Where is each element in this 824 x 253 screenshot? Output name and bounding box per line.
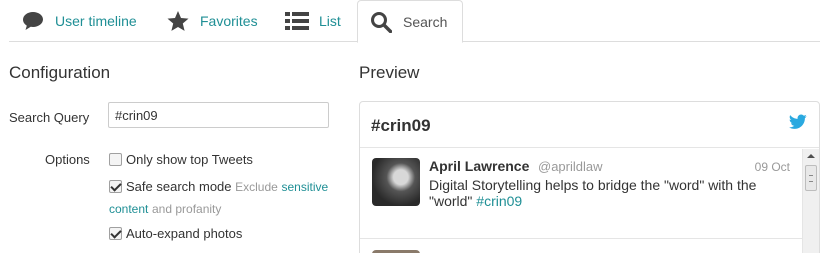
tweet[interactable]: April Lawrence @aprildlaw 09 Oct Digital… — [360, 149, 802, 239]
option-top-tweets[interactable]: Only show top Tweets — [109, 149, 339, 170]
tab-favorites[interactable]: Favorites — [166, 0, 258, 42]
tab-user-timeline[interactable]: User timeline — [21, 0, 137, 42]
hashtag-link[interactable]: #crin09 — [476, 193, 522, 209]
tab-search[interactable]: Search — [357, 0, 463, 43]
search-query-label: Search Query — [9, 110, 90, 125]
star-icon — [166, 9, 190, 33]
configuration-heading: Configuration — [9, 63, 111, 82]
option-label: Only show top Tweets — [126, 152, 253, 167]
widget-header: #crin09 — [360, 102, 819, 148]
option-safe-search[interactable]: Safe search mode Exclude sensitive conte… — [109, 176, 339, 220]
search-query-input[interactable] — [108, 102, 329, 128]
list-icon — [285, 9, 309, 33]
option-label: Auto-expand photos — [126, 226, 243, 241]
tab-label: User timeline — [55, 13, 137, 29]
scrollbar-thumb[interactable] — [805, 165, 817, 191]
preview-heading: Preview — [359, 63, 420, 82]
top-tweets-checkbox[interactable] — [109, 153, 122, 166]
tab-list[interactable]: List — [285, 0, 341, 42]
scroll-up-arrow[interactable] — [803, 149, 819, 163]
preview-widget: #crin09 April Lawrence @aprildlaw 09 Oct… — [359, 101, 820, 253]
tab-label: Favorites — [200, 13, 258, 29]
speech-bubble-icon — [21, 9, 45, 33]
option-auto-expand[interactable]: Auto-expand photos — [109, 223, 339, 244]
avatar[interactable] — [372, 158, 420, 206]
options-label: Options — [45, 152, 90, 167]
tab-label: List — [319, 13, 341, 29]
tab-bar: User timeline Favorites List Search — [9, 0, 820, 43]
twitter-bird-icon[interactable] — [789, 114, 807, 130]
tweet-date[interactable]: 09 Oct — [755, 160, 790, 174]
search-icon — [369, 10, 393, 34]
tab-label: Search — [403, 13, 448, 30]
tweet-author[interactable]: April Lawrence — [429, 158, 529, 174]
option-label: Safe search mode — [126, 179, 232, 194]
safe-search-note-after: and profanity — [152, 202, 222, 216]
scrollbar[interactable] — [802, 149, 819, 253]
tweet-text: Digital Storytelling helps to bridge the… — [429, 177, 784, 209]
widget-title: #crin09 — [371, 116, 431, 135]
tweet-handle[interactable]: @aprildlaw — [538, 159, 603, 174]
auto-expand-checkbox[interactable] — [109, 227, 122, 240]
safe-search-checkbox[interactable] — [109, 180, 122, 193]
safe-search-note-before: Exclude — [235, 180, 278, 194]
